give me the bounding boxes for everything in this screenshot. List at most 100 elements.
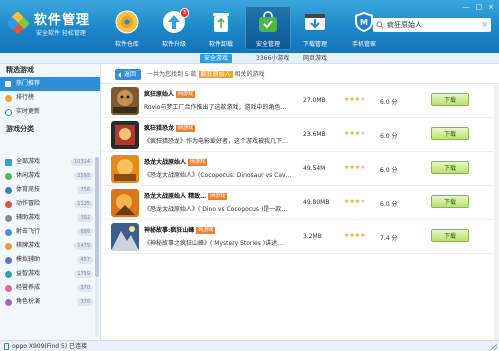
sidebar-item-label: 益智游戏 [16, 270, 41, 277]
device-status: oppo X909(Find 5) 已连接 [12, 343, 88, 350]
sidebar-item-management[interactable]: 经营养成 370 [0, 281, 101, 295]
sidebar-item-action[interactable]: 动作冒险 1125 [0, 197, 101, 211]
sidebar-item-label: 体育竞技 [16, 186, 41, 193]
app-thumbnail[interactable] [111, 223, 139, 251]
sidebar-item-sports[interactable]: 体育竞技 756 [0, 183, 101, 197]
count-badge: 1759 [74, 270, 93, 278]
app-name: 恐龙大战原始人 精致… 网游戏 [144, 191, 228, 200]
scrollbar-thumb[interactable] [95, 157, 99, 277]
app-thumbnail[interactable] [111, 155, 139, 183]
sidebar-item-simulation[interactable]: 模拟辅助 457 [0, 253, 101, 267]
app-description: 《恐龙大战原始人》(Cocopocus: Dinosaur vs Cav… [144, 172, 292, 179]
sidebar-item-updates[interactable]: 实时更新 [0, 105, 100, 119]
online-game-badge: 网游戏 [176, 125, 196, 132]
search-input[interactable] [387, 19, 479, 31]
sidebar-item-label: 射击飞行 [16, 228, 41, 235]
nav-download-manage[interactable]: 下载管理 [292, 6, 338, 50]
count-badge: 2593 [74, 172, 93, 180]
online-game-badge: 网游戏 [188, 159, 208, 166]
app-row[interactable]: 疯狂猎恐龙 网游戏 《疯狂猎恐龙》作为电影爱好者，这个游戏被我几下… 23.6MB… [101, 118, 499, 152]
sidebar-item-all-games[interactable]: 全部游戏 10314 [0, 155, 101, 169]
sidebar-item-rpg[interactable]: 角色扮演 370 [0, 295, 101, 309]
ball-icon [5, 187, 12, 194]
app-logo-icon [8, 12, 30, 34]
app-score: 7.4 分 [380, 235, 398, 242]
download-button[interactable]: 下载 [431, 127, 469, 140]
resize-grip-icon[interactable] [490, 343, 497, 350]
search-results-panel: 返回 一共为您找到 5 款 疯狂原始人 相关的游戏 疯狂原始人 网游戏 Rovio… [101, 64, 499, 340]
game-source-tabs: 安全游戏 3366小游戏 网页游戏 [0, 53, 499, 64]
sidebar-item-puzzle[interactable]: 益智游戏 1759 [0, 267, 101, 281]
close-button[interactable]: × [488, 3, 494, 11]
nav-label: 软件卸载 [208, 41, 233, 48]
count-badge: 756 [77, 186, 93, 194]
download-button[interactable]: 下载 [431, 229, 469, 242]
result-keyword: 疯狂原始人 [198, 71, 233, 78]
puzzle-icon [5, 271, 12, 278]
rating-stars: ★★★★ [344, 232, 366, 239]
minimize-button[interactable]: — [463, 3, 470, 11]
clear-search-icon[interactable]: × [481, 19, 488, 31]
sidebar-item-ranking[interactable]: 排行榜 [0, 91, 100, 105]
star-icon: ★ [360, 164, 366, 171]
nav-software-upgrade[interactable]: 3 软件升级 [151, 6, 197, 50]
count-badge: 1479 [74, 242, 93, 250]
app-thumbnail[interactable] [111, 189, 139, 217]
header-bar: 软件管理 安全软件 轻松管理 软件仓库 3 软件升级 软件卸载 安全管理 下载管… [0, 0, 499, 53]
sidebar-item-casual[interactable]: 休闲游戏 2593 [0, 169, 101, 183]
nav-label: 下载管理 [302, 41, 327, 48]
count-badge: 699 [77, 228, 93, 236]
rating-stars: ★★★★ [344, 198, 366, 205]
download-button[interactable]: 下载 [431, 195, 469, 208]
sidebar-item-shooting[interactable]: 射击飞行 699 [0, 225, 101, 239]
sidebar-item-hot[interactable]: 热门推荐 [0, 77, 100, 91]
app-slogan: 安全软件 轻松管理 [36, 30, 86, 37]
app-row[interactable]: 恐龙大战原始人 精致… 网游戏 《恐龙大战原始人》( Dino vs Cocopo… [101, 186, 499, 220]
app-row[interactable]: 疯狂原始人 网游戏 Rovio与梦工厂合作推出了这款游戏，游戏中的角色… 27.0… [101, 84, 499, 118]
ranking-icon [5, 95, 12, 102]
nav-software-uninstall[interactable]: 软件卸载 [198, 6, 244, 50]
tab-3366-games[interactable]: 3366小游戏 [256, 54, 289, 63]
result-suffix: 相关的游戏 [234, 71, 265, 78]
sidebar-item-label: 全部游戏 [16, 158, 41, 165]
app-size: 49.54M [303, 165, 326, 172]
section-title-featured: 精选游戏 [6, 66, 34, 74]
download-button[interactable]: 下载 [431, 161, 469, 174]
search-icon[interactable] [376, 21, 384, 29]
category-list: 全部游戏 10314 休闲游戏 2593 体育竞技 756 动作冒险 1125 辅助游戏… [0, 155, 101, 340]
cards-icon [5, 243, 12, 250]
rating-stars: ★★★★ [344, 164, 366, 171]
tab-web-games[interactable]: 网页游戏 [303, 54, 327, 63]
leaf-icon [5, 173, 12, 180]
app-thumbnail[interactable] [111, 87, 139, 115]
results-scrollbar[interactable] [494, 85, 499, 340]
heart-icon [5, 285, 12, 292]
nav-label: 软件仓库 [114, 41, 139, 48]
grid-icon [5, 159, 12, 166]
app-row[interactable]: 恐龙大战原始人 网游戏 《恐龙大战原始人》(Cocopocus: Dinosaur… [101, 152, 499, 186]
tab-safe-games[interactable]: 安全游戏 [200, 54, 233, 63]
rating-stars: ★★★★ [344, 96, 366, 103]
search-box: × [373, 18, 491, 32]
count-badge: 392 [77, 214, 93, 222]
window-controls: — □ × [463, 3, 495, 11]
star-icon: ★ [360, 198, 366, 205]
app-title: 疯狂猎恐龙 [144, 125, 175, 132]
maximize-button[interactable]: □ [476, 3, 483, 11]
sidebar-item-label: 辅助游戏 [16, 214, 41, 221]
app-title: 神秘故事:疯狂山峰 [144, 227, 195, 234]
wheel-icon [5, 257, 12, 264]
plane-icon [5, 229, 12, 236]
sidebar-item-board[interactable]: 棋牌游戏 1479 [0, 239, 101, 253]
cd-icon [115, 10, 139, 34]
download-button[interactable]: 下载 [431, 93, 469, 106]
app-thumbnail[interactable] [111, 121, 139, 149]
nav-software-store[interactable]: 软件仓库 [104, 6, 150, 50]
back-button[interactable]: 返回 [115, 69, 142, 80]
app-description: Rovio与梦工厂合作推出了这款游戏，游戏中的角色… [144, 104, 287, 111]
app-row[interactable]: 神秘故事:疯狂山峰 网游戏 《神秘故事之疯狂山峰》( Mystery Storie… [101, 220, 499, 254]
nav-security-manage[interactable]: 安全管理 [245, 6, 291, 50]
sidebar-scrollbar[interactable] [95, 157, 99, 337]
shield-icon [5, 299, 12, 306]
sidebar-item-assist[interactable]: 辅助游戏 392 [0, 211, 101, 225]
